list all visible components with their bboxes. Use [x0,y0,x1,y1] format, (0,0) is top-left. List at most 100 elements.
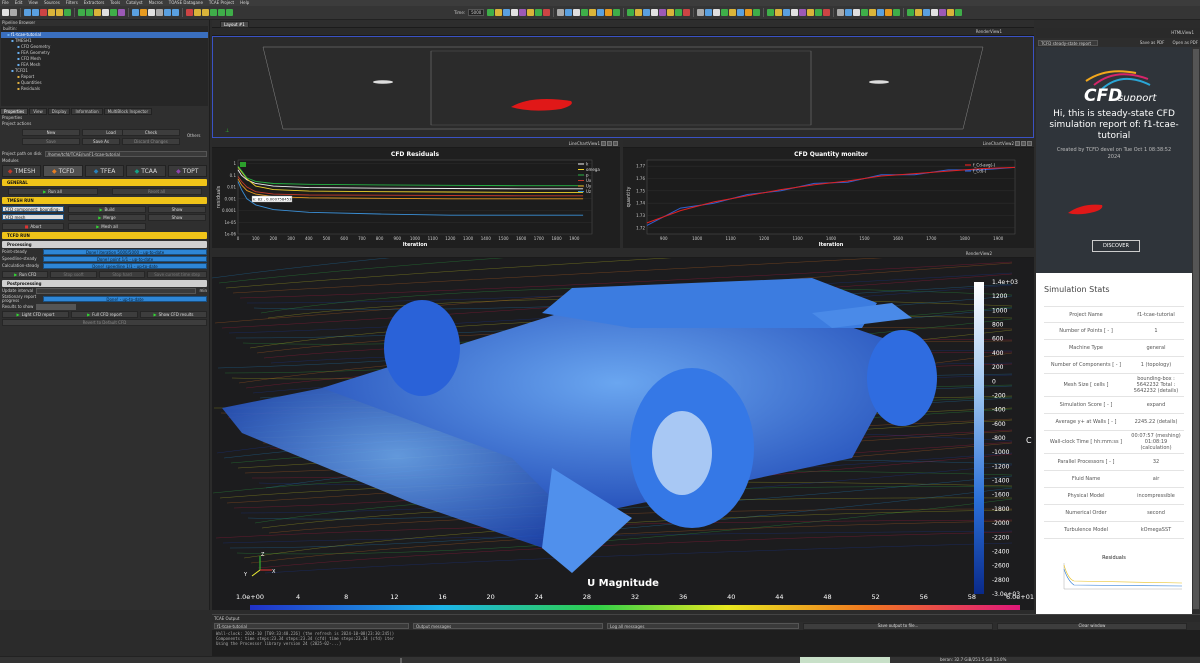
toolbar-icon[interactable] [132,9,139,16]
toolbar-icon[interactable] [931,9,939,16]
toolbar-icon[interactable] [815,9,823,16]
save-button[interactable]: Save [22,138,80,145]
update-interval-field[interactable] [36,287,197,294]
toolbar-icon[interactable] [32,9,39,16]
console-filter-select[interactable]: Output messages [413,623,603,629]
toolbar-icon[interactable] [218,9,225,16]
toolbar-icon[interactable] [643,9,651,16]
new-button[interactable]: New [22,129,80,136]
module-tab[interactable]: ◆ TMESH [2,165,42,177]
toolbar-icon[interactable] [210,9,217,16]
toolbar-icon[interactable] [487,9,495,16]
toolbar-icon[interactable] [40,9,47,16]
tcfd-run-section[interactable]: TCFD RUN [2,232,207,239]
stop-hard-button[interactable]: Stop hard [98,271,146,278]
toolbar-icon[interactable] [194,9,201,16]
toolbar-icon[interactable] [807,9,815,16]
tmesh-run-section[interactable]: TMESH RUN [2,197,207,204]
module-tab[interactable]: ◆ TCAA [126,165,166,177]
toolbar-icon[interactable] [799,9,807,16]
panel-tab[interactable]: View [29,108,47,115]
toolbar-icon[interactable] [721,9,729,16]
light-report-button[interactable]: ▶ Light CFD report [2,311,69,318]
toolbar-icon[interactable] [923,9,931,16]
toolbar-icon[interactable] [697,9,705,16]
toolbar-icon[interactable] [705,9,713,16]
panel-tab[interactable]: MultiBlock Inspector [103,108,153,115]
check-button[interactable]: Check [122,129,180,136]
build-button[interactable]: ▶ Build [68,206,146,213]
save-as-button[interactable]: Save As [82,138,120,145]
toolbar-icon[interactable] [56,9,63,16]
toolbar-icon[interactable] [94,9,101,16]
cfd-mesh-select[interactable]: CFD mesh [2,214,64,220]
toolbar-icon[interactable] [110,9,117,16]
toolbar-icon[interactable] [535,9,543,16]
residuals-chart-view[interactable]: LineChartView1 CFD Residuals 1 0.1 0.01 0.00… [212,140,620,248]
toolbar-icon[interactable] [893,9,901,16]
toolbar-icon[interactable] [853,9,861,16]
toolbar-icon[interactable] [737,9,745,16]
toolbar-icon[interactable] [885,9,893,16]
pipeline-item[interactable]: ▪ Residuals [1,86,208,92]
toolbar-icon[interactable] [651,9,659,16]
toolbar-icon[interactable] [753,9,761,16]
full-report-button[interactable]: ▶ Full CFD report [71,311,138,318]
toolbar-icon[interactable] [845,9,853,16]
console-project-select[interactable]: f1-tcae-tutorial [214,623,409,629]
toolbar-icon[interactable] [78,9,85,16]
toolbar-icon[interactable] [729,9,737,16]
toolbar-icon[interactable] [519,9,527,16]
toolbar-icon[interactable] [527,9,535,16]
toolbar-icon[interactable] [102,9,109,16]
module-tab[interactable]: ◆ TOPT [167,165,208,177]
report-select[interactable]: TCFD steady-state report [1038,39,1098,46]
toolbar-icon[interactable] [947,9,955,16]
module-tab[interactable]: ◆ TCFD [43,165,83,177]
toolbar-icon[interactable] [745,9,753,16]
toolbar-icon[interactable] [861,9,869,16]
toolbar-icon[interactable] [543,9,551,16]
toolbar-icon[interactable] [557,9,565,16]
mesh-all-button[interactable]: ▶ Mesh all [68,223,146,230]
toolbar-icon[interactable] [2,9,9,16]
toolbar-icon[interactable] [589,9,597,16]
toolbar-icon[interactable] [573,9,581,16]
abort-button[interactable]: ■ Abort [2,223,64,230]
toolbar-icon[interactable] [581,9,589,16]
toolbar-icon[interactable] [683,9,691,16]
module-tab[interactable]: ◆ TFEA [84,165,125,177]
run-all-button[interactable]: ▶ Run all [7,188,98,195]
toolbar-icon[interactable] [767,9,775,16]
open-pdf-button[interactable]: Open as PDF [1172,40,1198,45]
toolbar-icon[interactable] [156,9,163,16]
toolbar-icon[interactable] [148,9,155,16]
toolbar-icon[interactable] [783,9,791,16]
toolbar-icon[interactable] [869,9,877,16]
processing-section[interactable]: Processing [2,241,207,248]
toolbar-icon[interactable] [955,9,963,16]
toolbar-icon[interactable] [659,9,667,16]
cfd-component-select[interactable]: CFD component: bounding-box [2,206,64,218]
toolbar-icon[interactable] [627,9,635,16]
toolbar-icon[interactable] [48,9,55,16]
save-pdf-button[interactable]: Save as PDF [1140,40,1165,45]
report-scrollbar[interactable] [1192,47,1200,610]
toolbar-icon[interactable] [164,9,171,16]
merge-button[interactable]: ▶ Merge [68,214,146,221]
toolbar-icon[interactable] [597,9,605,16]
toolbar-icon[interactable] [791,9,799,16]
top-render-view[interactable]: RenderView1 ⊥ [212,28,1034,138]
console-log-select[interactable]: Log all messages [607,623,799,629]
toolbar-icon[interactable] [939,9,947,16]
toolbar-icon[interactable] [837,9,845,16]
report-panel[interactable]: CFD support Hi, this is steady-state CFD… [1036,47,1192,619]
toolbar-icon[interactable] [172,9,179,16]
toolbar-icon[interactable] [10,9,17,16]
toolbar-icon[interactable] [675,9,683,16]
results-to-show-select[interactable] [36,303,77,310]
toolbar-icon[interactable] [775,9,783,16]
show-merge-button[interactable]: Show [148,214,206,221]
toolbar-icon[interactable] [118,9,125,16]
toolbar-icon[interactable] [226,9,233,16]
